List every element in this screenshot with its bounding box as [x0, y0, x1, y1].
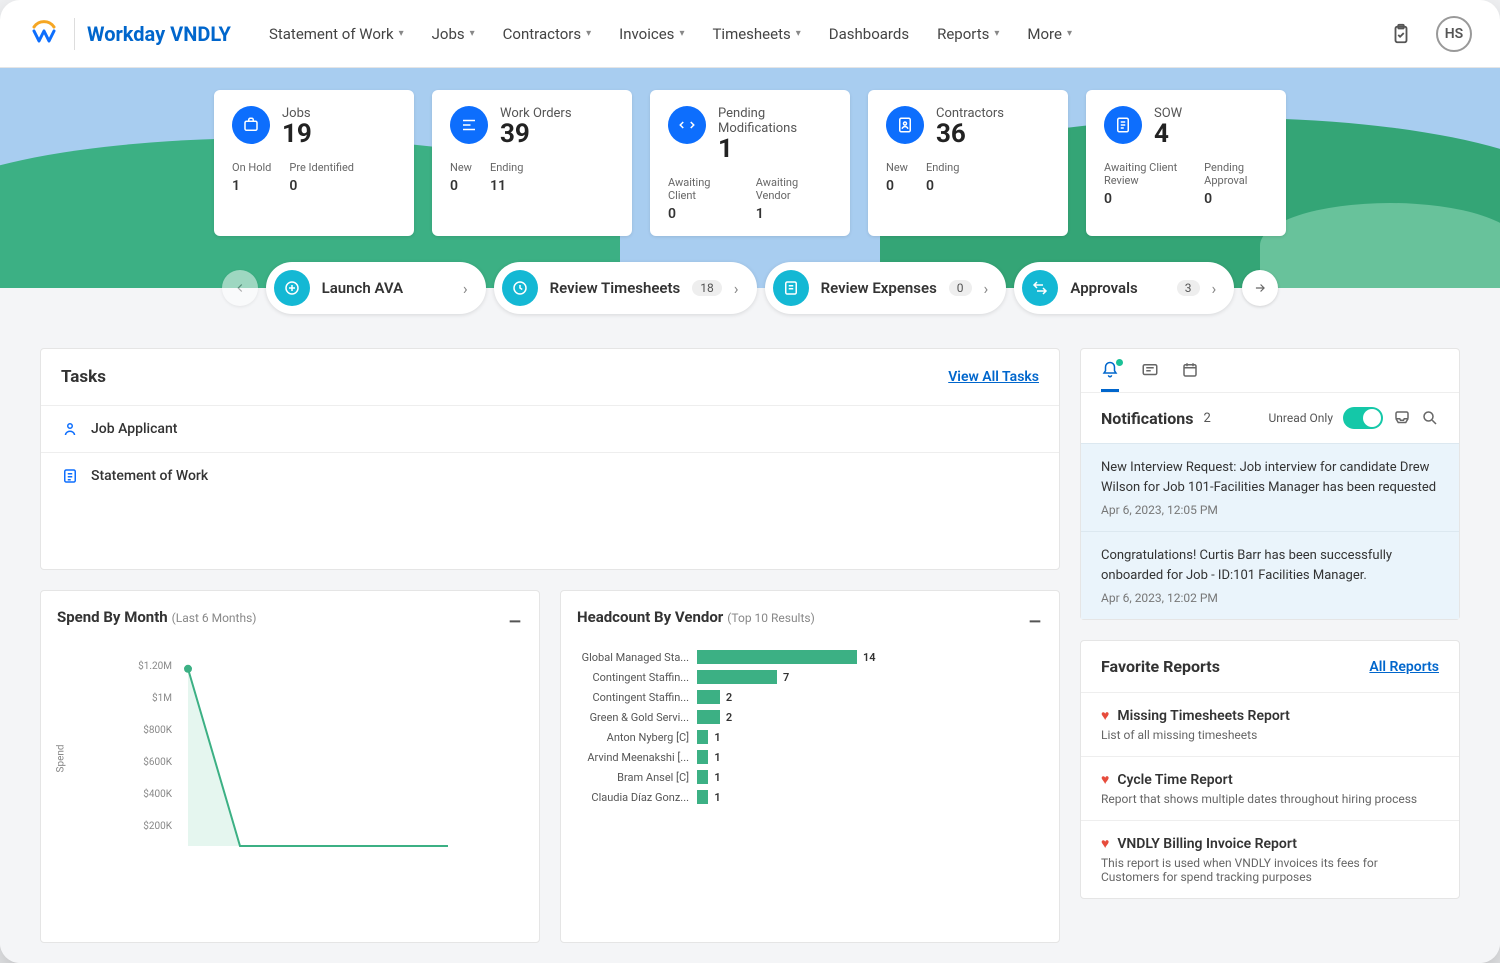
messages-tab[interactable] — [1141, 361, 1159, 392]
pills-next-button[interactable] — [1242, 270, 1278, 306]
stat-card-sow[interactable]: SOW4 Awaiting Client Review0Pending Appr… — [1086, 90, 1286, 236]
heart-icon: ♥ — [1101, 771, 1109, 788]
chevron-down-icon: ▾ — [470, 28, 475, 39]
spend-by-month-panel: Spend By Month (Last 6 Months) Spend $1.… — [40, 590, 540, 943]
notification-item[interactable]: New Interview Request: Job interview for… — [1081, 443, 1459, 531]
svg-text:$200K: $200K — [143, 819, 172, 832]
stat-icon — [886, 106, 924, 144]
spend-line-chart: $1.20M $1M $800K $600K $400K $200K — [113, 656, 523, 856]
nav-jobs[interactable]: Jobs▾ — [420, 17, 487, 51]
notifications-count: 2 — [1204, 411, 1211, 426]
all-reports-link[interactable]: All Reports — [1369, 659, 1439, 675]
download-icon[interactable] — [507, 609, 523, 625]
notifications-heading: Notifications — [1101, 409, 1194, 428]
spend-y-axis-label: Spend — [56, 744, 67, 772]
vendor-bar-row: Contingent Staffin... 2 — [577, 690, 1043, 704]
task-job-applicant[interactable]: Job Applicant — [41, 405, 1059, 452]
pill-launch-ava[interactable]: Launch AVA › — [266, 262, 486, 314]
pill-icon — [274, 270, 310, 306]
download-icon[interactable] — [1027, 609, 1043, 625]
chevron-down-icon: ▾ — [399, 28, 404, 39]
chevron-down-icon: ▾ — [586, 28, 591, 39]
vendor-bar-row: Contingent Staffin... 7 — [577, 670, 1043, 684]
calendar-tab[interactable] — [1181, 361, 1199, 392]
svg-text:$1.20M: $1.20M — [138, 659, 172, 672]
vendor-bar-row: Bram Ansel [C] 1 — [577, 770, 1043, 784]
favorite-report-item[interactable]: ♥VNDLY Billing Invoice ReportThis report… — [1081, 820, 1459, 898]
inbox-icon[interactable] — [1393, 409, 1411, 427]
stat-icon — [1104, 106, 1142, 144]
pill-icon — [1022, 270, 1058, 306]
pills-prev-button[interactable] — [222, 270, 258, 306]
pill-approvals[interactable]: Approvals 3 › — [1014, 262, 1234, 314]
svg-text:$600K: $600K — [143, 755, 172, 768]
chevron-down-icon: ▾ — [796, 28, 801, 39]
view-all-tasks-link[interactable]: View All Tasks — [948, 369, 1039, 385]
nav-more[interactable]: More▾ — [1015, 17, 1084, 51]
svg-text:$400K: $400K — [143, 787, 172, 800]
vendor-bar-row: Arvind Meenakshi [... 1 — [577, 750, 1043, 764]
stat-card-jobs[interactable]: Jobs19 On Hold1Pre Identified0 — [214, 90, 414, 236]
chevron-right-icon: › — [1212, 279, 1217, 298]
unread-only-toggle[interactable] — [1343, 407, 1383, 429]
pill-icon — [502, 270, 538, 306]
stat-card-pending-modifications[interactable]: Pending Modifications1 Awaiting Client0A… — [650, 90, 850, 236]
heart-icon: ♥ — [1101, 707, 1109, 724]
notifications-tab[interactable] — [1101, 361, 1119, 392]
notifications-panel: Notifications 2 Unread Only New Intervie… — [1080, 348, 1460, 620]
stat-card-contractors[interactable]: Contractors36 New0Ending0 — [868, 90, 1068, 236]
vendor-bar-row: Anton Nyberg [C] 1 — [577, 730, 1043, 744]
tasks-heading: Tasks — [61, 367, 106, 387]
chevron-right-icon: › — [984, 279, 989, 298]
nav-contractors[interactable]: Contractors▾ — [491, 17, 603, 51]
chevron-down-icon: ▾ — [679, 28, 684, 39]
task-icon — [61, 420, 79, 438]
pill-review-timesheets[interactable]: Review Timesheets 18 › — [494, 262, 757, 314]
nav-dashboards[interactable]: Dashboards — [817, 17, 921, 51]
headcount-by-vendor-panel: Headcount By Vendor (Top 10 Results) Glo… — [560, 590, 1060, 943]
top-nav: Workday VNDLY Statement of Work▾Jobs▾Con… — [0, 0, 1500, 68]
nav-invoices[interactable]: Invoices▾ — [607, 17, 696, 51]
clipboard-icon[interactable] — [1390, 23, 1412, 45]
chevron-down-icon: ▾ — [994, 28, 999, 39]
stat-icon — [232, 106, 270, 144]
heart-icon: ♥ — [1101, 835, 1109, 852]
vendor-bar-row: Green & Gold Servi... 2 — [577, 710, 1043, 724]
vendor-subtitle: (Top 10 Results) — [727, 611, 815, 625]
nav-statement-of-work[interactable]: Statement of Work▾ — [257, 17, 416, 51]
brand-title: Workday VNDLY — [74, 18, 231, 50]
chevron-right-icon: › — [734, 279, 739, 298]
pill-review-expenses[interactable]: Review Expenses 0 › — [765, 262, 1007, 314]
chevron-down-icon: ▾ — [1067, 28, 1072, 39]
unread-only-label: Unread Only — [1269, 411, 1333, 425]
favorite-reports-panel: Favorite Reports All Reports ♥Missing Ti… — [1080, 640, 1460, 899]
svg-text:$1M: $1M — [152, 691, 172, 704]
nav-reports[interactable]: Reports▾ — [925, 17, 1011, 51]
stat-card-work-orders[interactable]: Work Orders39 New0Ending11 — [432, 90, 632, 236]
vendor-title: Headcount By Vendor — [577, 608, 723, 626]
favorite-report-item[interactable]: ♥Missing Timesheets ReportList of all mi… — [1081, 692, 1459, 756]
chevron-right-icon: › — [463, 279, 468, 298]
tasks-panel: Tasks View All Tasks Job ApplicantStatem… — [40, 348, 1060, 570]
search-icon[interactable] — [1421, 409, 1439, 427]
user-avatar[interactable]: HS — [1436, 16, 1472, 52]
stat-icon — [668, 106, 706, 144]
favorites-heading: Favorite Reports — [1101, 657, 1220, 676]
notification-item[interactable]: Congratulations! Curtis Barr has been su… — [1081, 531, 1459, 619]
nav-timesheets[interactable]: Timesheets▾ — [700, 17, 812, 51]
workday-logo-icon — [28, 18, 60, 50]
dashboard-banner: Jobs19 On Hold1Pre Identified0 Work Orde… — [0, 68, 1500, 288]
task-statement-of-work[interactable]: Statement of Work — [41, 452, 1059, 499]
favorite-report-item[interactable]: ♥Cycle Time ReportReport that shows mult… — [1081, 756, 1459, 820]
spend-subtitle: (Last 6 Months) — [172, 611, 257, 625]
task-icon — [61, 467, 79, 485]
svg-text:$800K: $800K — [143, 723, 172, 736]
vendor-bar-row: Claudia Díaz Gonz... 1 — [577, 790, 1043, 804]
stat-icon — [450, 106, 488, 144]
action-pills-row: Launch AVA › Review Timesheets 18 › Revi… — [0, 262, 1500, 314]
vendor-bar-row: Global Managed Sta... 14 — [577, 650, 1043, 664]
spend-title: Spend By Month — [57, 608, 168, 626]
pill-icon — [773, 270, 809, 306]
